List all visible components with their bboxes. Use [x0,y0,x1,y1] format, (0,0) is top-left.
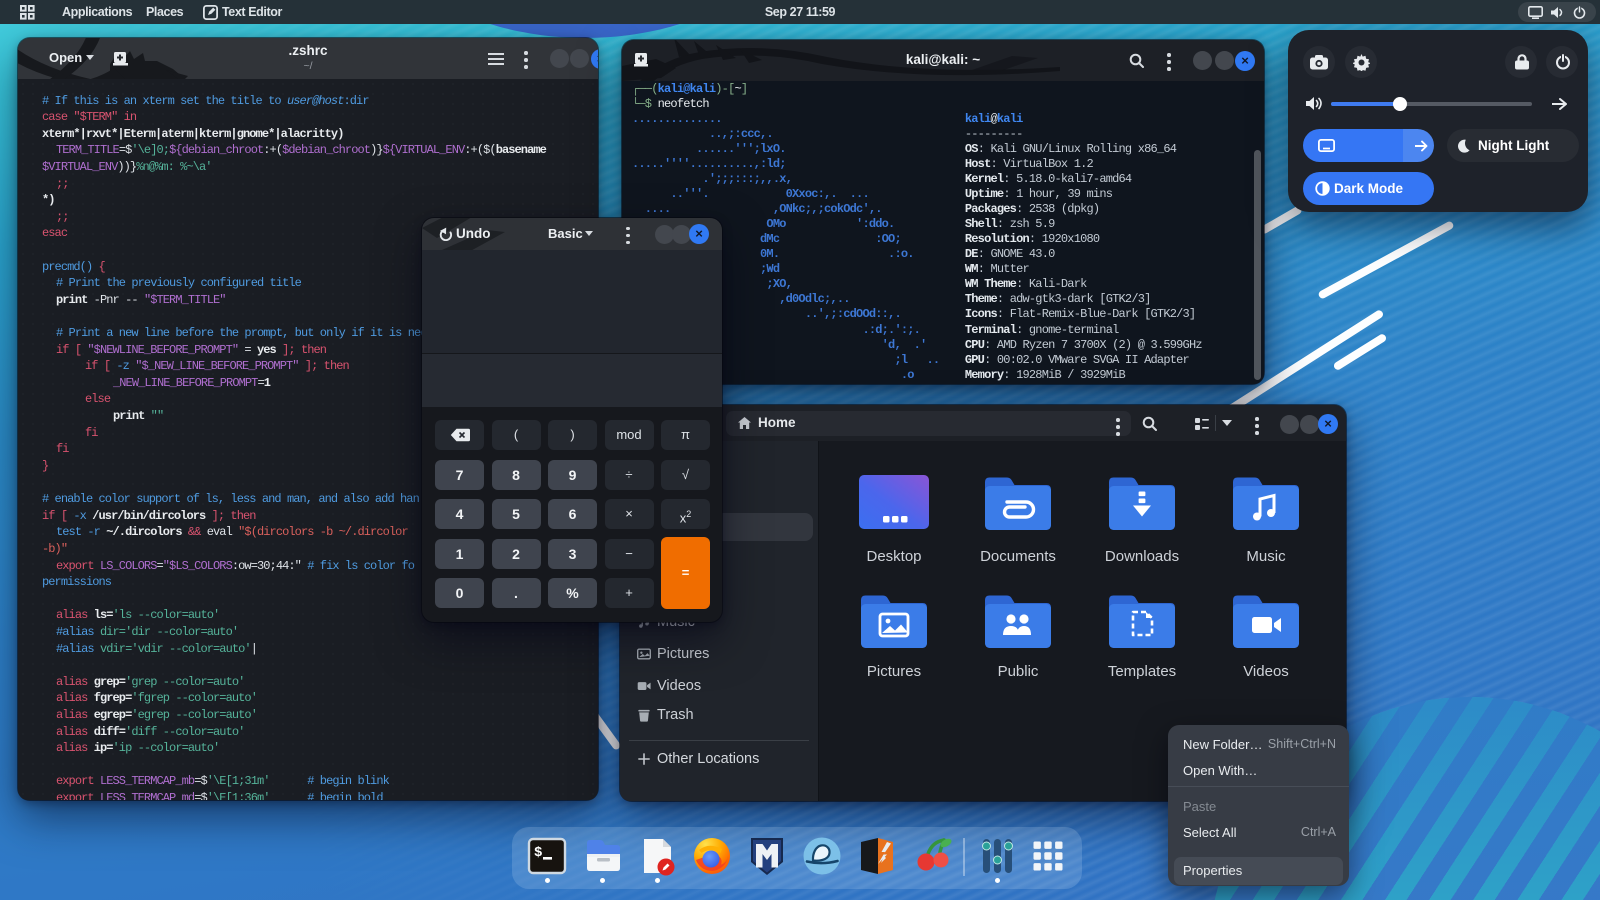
svg-text:$: $ [534,845,542,861]
